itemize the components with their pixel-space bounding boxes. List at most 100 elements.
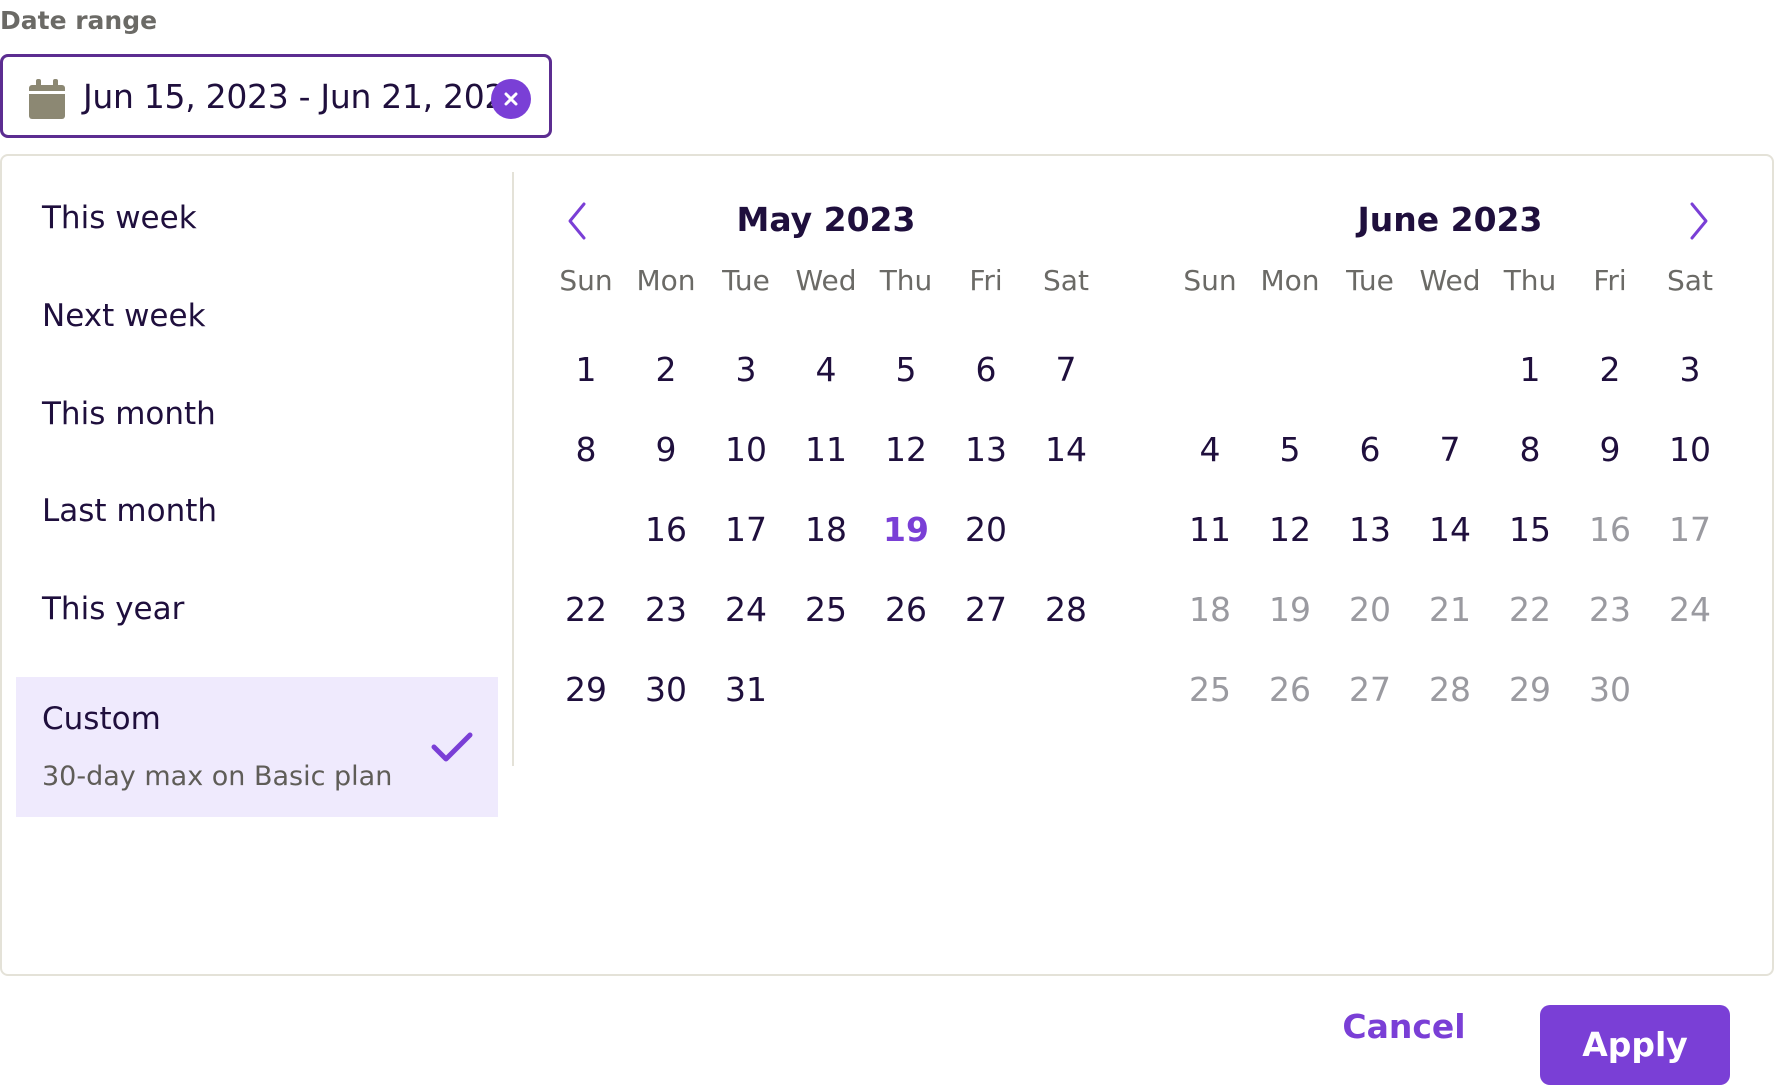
weekday-header: Mon: [636, 264, 696, 297]
day-cell[interactable]: 12: [866, 410, 946, 490]
day-cell[interactable]: 17: [706, 490, 786, 570]
weekday-header: Sat: [1667, 264, 1713, 297]
day-cell[interactable]: 14: [1026, 410, 1106, 490]
date-range-label: Date range: [0, 6, 158, 35]
day-cell[interactable]: 30: [626, 650, 706, 730]
weekday-header: Sun: [1183, 264, 1237, 297]
day-cell-disabled: 26: [1269, 670, 1311, 709]
preset-this-week[interactable]: This week: [16, 174, 498, 264]
day-cell[interactable]: 4: [786, 330, 866, 410]
divider: [512, 172, 514, 766]
weekday-header: Mon: [1260, 264, 1320, 297]
day-cell[interactable]: 1: [546, 330, 626, 410]
day-cell[interactable]: 5: [866, 330, 946, 410]
preset-label: This week: [42, 200, 197, 236]
weekday-header: Tue: [1346, 264, 1394, 297]
day-cell[interactable]: 29: [546, 650, 626, 730]
day-cell[interactable]: 23: [626, 570, 706, 650]
day-cell-range-endpoint[interactable]: 21: [1026, 490, 1106, 570]
day-cell[interactable]: 7: [1410, 410, 1490, 490]
day-cell[interactable]: 10: [1650, 410, 1730, 490]
preset-label: Next week: [42, 298, 206, 334]
weekday-header: Fri: [1593, 264, 1627, 297]
day-cell[interactable]: 16: [626, 490, 706, 570]
day-cell-today[interactable]: 19: [866, 490, 946, 570]
day-cell[interactable]: 26: [866, 570, 946, 650]
day-cell[interactable]: 10: [706, 410, 786, 490]
date-range-value: Jun 15, 2023 - Jun 21, 2023: [83, 77, 526, 116]
day-cell[interactable]: 27: [946, 570, 1026, 650]
day-cell[interactable]: 7: [1026, 330, 1106, 410]
preset-label: Custom: [42, 701, 161, 737]
calendar-icon: [29, 79, 65, 119]
day-cell[interactable]: 24: [706, 570, 786, 650]
day-cell[interactable]: 22: [546, 570, 626, 650]
day-cell-disabled: 27: [1349, 670, 1391, 709]
weekday-header: Fri: [969, 264, 1003, 297]
day-cell-range-endpoint[interactable]: 15: [546, 490, 626, 570]
day-cell[interactable]: 31: [706, 650, 786, 730]
day-cell-disabled: 29: [1509, 670, 1551, 709]
day-cell[interactable]: 25: [786, 570, 866, 650]
weekday-header: Thu: [1503, 264, 1557, 297]
weekday-header: Wed: [1419, 264, 1481, 297]
weekday-header: Sun: [559, 264, 613, 297]
clear-button[interactable]: [491, 79, 531, 119]
day-cell-disabled: 20: [1349, 590, 1391, 629]
day-cell[interactable]: 18: [786, 490, 866, 570]
day-cell[interactable]: 1: [1490, 330, 1570, 410]
day-cell[interactable]: 13: [1330, 490, 1410, 570]
day-cell-disabled: 18: [1189, 590, 1231, 629]
day-cell[interactable]: 8: [546, 410, 626, 490]
day-cell[interactable]: 3: [706, 330, 786, 410]
apply-button[interactable]: Apply: [1540, 1005, 1730, 1085]
day-cell[interactable]: 2: [1570, 330, 1650, 410]
day-cell[interactable]: 20: [946, 490, 1026, 570]
day-cell-disabled: 17: [1669, 510, 1711, 549]
preset-this-month[interactable]: This month: [16, 370, 498, 460]
day-cell[interactable]: 15: [1490, 490, 1570, 570]
day-cell-disabled: 22: [1509, 590, 1551, 629]
weekday-header: Tue: [722, 264, 770, 297]
day-cell-disabled: 24: [1669, 590, 1711, 629]
weekday-header: Sat: [1043, 264, 1089, 297]
day-cell[interactable]: 28: [1026, 570, 1106, 650]
preset-custom[interactable]: Custom 30-day max on Basic plan: [16, 677, 498, 817]
weekday-header: Wed: [795, 264, 857, 297]
day-cell[interactable]: 6: [946, 330, 1026, 410]
day-cell[interactable]: 11: [786, 410, 866, 490]
preset-next-week[interactable]: Next week: [16, 272, 498, 362]
day-cell[interactable]: 4: [1170, 410, 1250, 490]
day-cell[interactable]: 11: [1170, 490, 1250, 570]
day-cell-disabled: 30: [1589, 670, 1631, 709]
preset-last-month[interactable]: Last month: [16, 467, 498, 557]
day-cell[interactable]: 5: [1250, 410, 1330, 490]
day-cell[interactable]: 14: [1410, 490, 1490, 570]
close-icon: [504, 92, 518, 106]
day-cell-disabled: 23: [1589, 590, 1631, 629]
day-cell-disabled: 19: [1269, 590, 1311, 629]
day-cell[interactable]: 9: [626, 410, 706, 490]
date-picker-popover: This week Next week This month Last mont…: [0, 154, 1774, 1085]
day-cell[interactable]: 9: [1570, 410, 1650, 490]
day-cell-disabled: 28: [1429, 670, 1471, 709]
preset-label: This year: [42, 591, 185, 627]
day-cell[interactable]: 2: [626, 330, 706, 410]
calendar-grid-may: Sun Mon Tue Wed Thu Fri Sat 1 2 3 4 5 6 7 8 9 10 11 12 13 14…: [546, 156, 1106, 876]
day-cell[interactable]: 13: [946, 410, 1026, 490]
cancel-button[interactable]: Cancel: [1324, 992, 1484, 1062]
preset-label: This month: [42, 396, 216, 432]
day-cell-disabled: 21: [1429, 590, 1471, 629]
check-icon: [431, 732, 473, 762]
day-cell-disabled: 25: [1189, 670, 1231, 709]
date-range-input[interactable]: Jun 15, 2023 - Jun 21, 2023: [0, 54, 552, 138]
day-cell[interactable]: 3: [1650, 330, 1730, 410]
calendar-grid-june: Sun Mon Tue Wed Thu Fri Sat 1 2 3 4 5 6 7 8 9 10 11 12 13 14…: [1170, 156, 1730, 876]
day-cell[interactable]: 12: [1250, 490, 1330, 570]
day-cell[interactable]: 6: [1330, 410, 1410, 490]
preset-this-year[interactable]: This year: [16, 565, 498, 655]
day-cell-disabled: 16: [1589, 510, 1631, 549]
weekday-header: Thu: [879, 264, 933, 297]
preset-sublabel: 30-day max on Basic plan: [42, 761, 393, 792]
day-cell[interactable]: 8: [1490, 410, 1570, 490]
